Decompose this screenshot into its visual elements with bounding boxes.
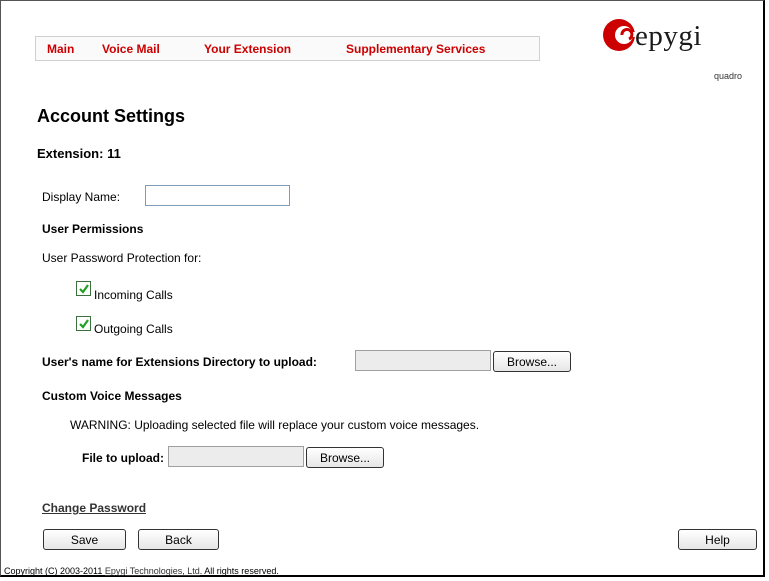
save-button[interactable]: Save bbox=[43, 529, 126, 550]
incoming-calls-checkbox[interactable] bbox=[76, 281, 91, 296]
footer-prefix: Copyright (C) 2003-2011 bbox=[4, 566, 105, 576]
outgoing-calls-checkbox[interactable] bbox=[76, 316, 91, 331]
footer-suffix: . All rights reserved. bbox=[199, 566, 279, 576]
epygi-logo: epygi quadro bbox=[601, 13, 743, 87]
copyright-footer: Copyright (C) 2003-2011 Epygi Technologi… bbox=[4, 566, 279, 576]
nav-item-supplementary-services[interactable]: Supplementary Services bbox=[346, 42, 485, 56]
nav-item-your-extension[interactable]: Your Extension bbox=[204, 42, 291, 56]
checkmark-icon bbox=[79, 284, 89, 294]
logo-wordmark: epygi bbox=[635, 20, 702, 52]
display-name-label: Display Name: bbox=[42, 190, 121, 204]
help-button[interactable]: Help bbox=[678, 529, 757, 550]
directory-file-field[interactable] bbox=[355, 350, 491, 371]
display-name-input[interactable] bbox=[145, 185, 290, 206]
checkmark-icon bbox=[79, 319, 89, 329]
directory-browse-button[interactable]: Browse... bbox=[493, 351, 571, 372]
custom-voice-messages-heading: Custom Voice Messages bbox=[42, 389, 182, 403]
outgoing-calls-label: Outgoing Calls bbox=[94, 322, 173, 336]
voice-browse-button[interactable]: Browse... bbox=[306, 447, 384, 468]
warning-text: WARNING: Uploading selected file will re… bbox=[70, 418, 480, 432]
voice-file-field[interactable] bbox=[168, 446, 304, 467]
change-password-link[interactable]: Change Password bbox=[42, 501, 146, 515]
company-link[interactable]: Epygi Technologies, Ltd bbox=[105, 566, 200, 576]
extension-label: Extension: 11 bbox=[37, 146, 121, 161]
back-button[interactable]: Back bbox=[138, 529, 219, 550]
password-protection-label: User Password Protection for: bbox=[42, 251, 202, 265]
user-permissions-heading: User Permissions bbox=[42, 222, 144, 236]
nav-item-main[interactable]: Main bbox=[47, 42, 74, 56]
top-navigation: Main Voice Mail Your Extension Supplemen… bbox=[35, 36, 540, 61]
incoming-calls-label: Incoming Calls bbox=[94, 288, 173, 302]
directory-upload-label: User's name for Extensions Directory to … bbox=[42, 355, 317, 369]
nav-item-voice-mail[interactable]: Voice Mail bbox=[102, 42, 160, 56]
logo-subtitle: quadro bbox=[714, 71, 743, 81]
page-title: Account Settings bbox=[37, 106, 186, 126]
file-upload-label: File to upload: bbox=[82, 451, 164, 465]
